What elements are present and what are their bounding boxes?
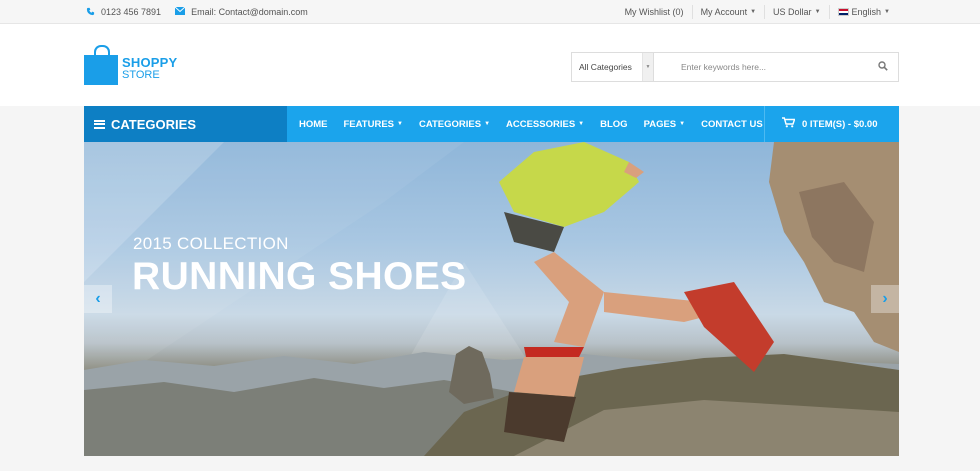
- cart-summary: 0 ITEM(S) - $0.00: [802, 118, 878, 130]
- account-label: My Account: [700, 7, 748, 17]
- nav-item-accessories[interactable]: ACCESSORIES ▼: [498, 106, 592, 142]
- chevron-down-icon: ▼: [484, 121, 491, 127]
- hamburger-icon: [94, 119, 105, 129]
- language-label: English: [851, 7, 882, 17]
- logo-line1: SHOPPY: [122, 55, 178, 70]
- chevron-down-icon: ▼: [679, 121, 686, 127]
- chevron-down-icon: ▼: [578, 121, 585, 127]
- wishlist-link[interactable]: My Wishlist (0): [617, 5, 692, 19]
- categories-menu-label: CATEGORIES: [111, 116, 196, 132]
- categories-menu-button[interactable]: CATEGORIES: [84, 106, 287, 142]
- currency-label: US Dollar: [773, 7, 812, 17]
- chevron-down-icon: ▼: [884, 9, 890, 15]
- account-dropdown[interactable]: My Account ▼: [691, 5, 764, 19]
- chevron-down-icon: ▼: [642, 53, 653, 81]
- email-info: Email: Contact@domain.com: [174, 6, 308, 17]
- search-bar: All Categories ▼: [571, 52, 899, 82]
- slider-prev-button[interactable]: ‹: [84, 285, 112, 313]
- cart-icon: [782, 117, 796, 131]
- chevron-down-icon: ▼: [397, 121, 403, 127]
- chevron-down-icon: ▼: [750, 9, 757, 15]
- chevron-left-icon: ‹: [95, 290, 101, 307]
- nav-item-label: PAGES: [643, 118, 677, 130]
- top-bar: 0123 456 7891 Email: Contact@domain.com …: [0, 0, 980, 24]
- site-header: SHOPPY STORE All Categories ▼: [0, 24, 980, 106]
- nav-item-features[interactable]: FEATURES ▼: [336, 106, 411, 142]
- nav-item-blog[interactable]: BLOG: [592, 106, 635, 142]
- language-dropdown[interactable]: English ▼: [828, 5, 898, 19]
- logo-line2: STORE: [122, 69, 160, 81]
- category-select-value: All Categories: [579, 62, 632, 72]
- nav-item-label: CONTACT US: [701, 118, 763, 130]
- chevron-right-icon: ›: [882, 290, 888, 307]
- search-button[interactable]: [868, 53, 898, 81]
- phone-info: 0123 456 7891: [86, 7, 161, 18]
- phone-number: 0123 456 7891: [101, 7, 162, 17]
- cart-button[interactable]: 0 ITEM(S) - $0.00: [764, 106, 899, 142]
- logo[interactable]: SHOPPY STORE: [84, 44, 177, 85]
- search-icon: [878, 61, 888, 73]
- shopping-bag-icon: [84, 45, 118, 85]
- chevron-down-icon: ▼: [814, 9, 821, 15]
- nav-item-home[interactable]: HOME: [291, 106, 336, 142]
- hero-background-image: [84, 142, 899, 456]
- nav-item-categories[interactable]: CATEGORIES ▼: [411, 106, 498, 142]
- email-address[interactable]: Email: Contact@domain.com: [191, 7, 308, 17]
- search-input[interactable]: [654, 53, 868, 81]
- wishlist-label: My Wishlist (0): [624, 7, 684, 17]
- uk-flag-icon: [837, 8, 849, 16]
- hero-slider: 2015 COLLECTION RUNNING SHOES ‹ ›: [84, 142, 899, 456]
- phone-icon: [86, 7, 95, 18]
- category-select[interactable]: All Categories ▼: [572, 53, 654, 81]
- nav-item-label: HOME: [299, 118, 328, 130]
- currency-dropdown[interactable]: US Dollar ▼: [764, 5, 828, 19]
- nav-item-label: ACCESSORIES: [506, 118, 576, 130]
- hero-subtitle: 2015 COLLECTION: [133, 234, 289, 253]
- nav-item-contact[interactable]: CONTACT US: [693, 106, 771, 142]
- hero-title: RUNNING SHOES: [132, 255, 467, 298]
- nav-item-pages[interactable]: PAGES ▼: [636, 106, 694, 142]
- slider-next-button[interactable]: ›: [871, 285, 899, 313]
- nav-item-label: FEATURES: [343, 118, 395, 130]
- envelope-icon: [174, 6, 186, 17]
- nav-item-label: CATEGORIES: [418, 118, 482, 130]
- nav-item-label: BLOG: [600, 118, 628, 130]
- main-navigation: CATEGORIES HOME FEATURES ▼ CATEGORIES ▼ AC…: [84, 106, 899, 142]
